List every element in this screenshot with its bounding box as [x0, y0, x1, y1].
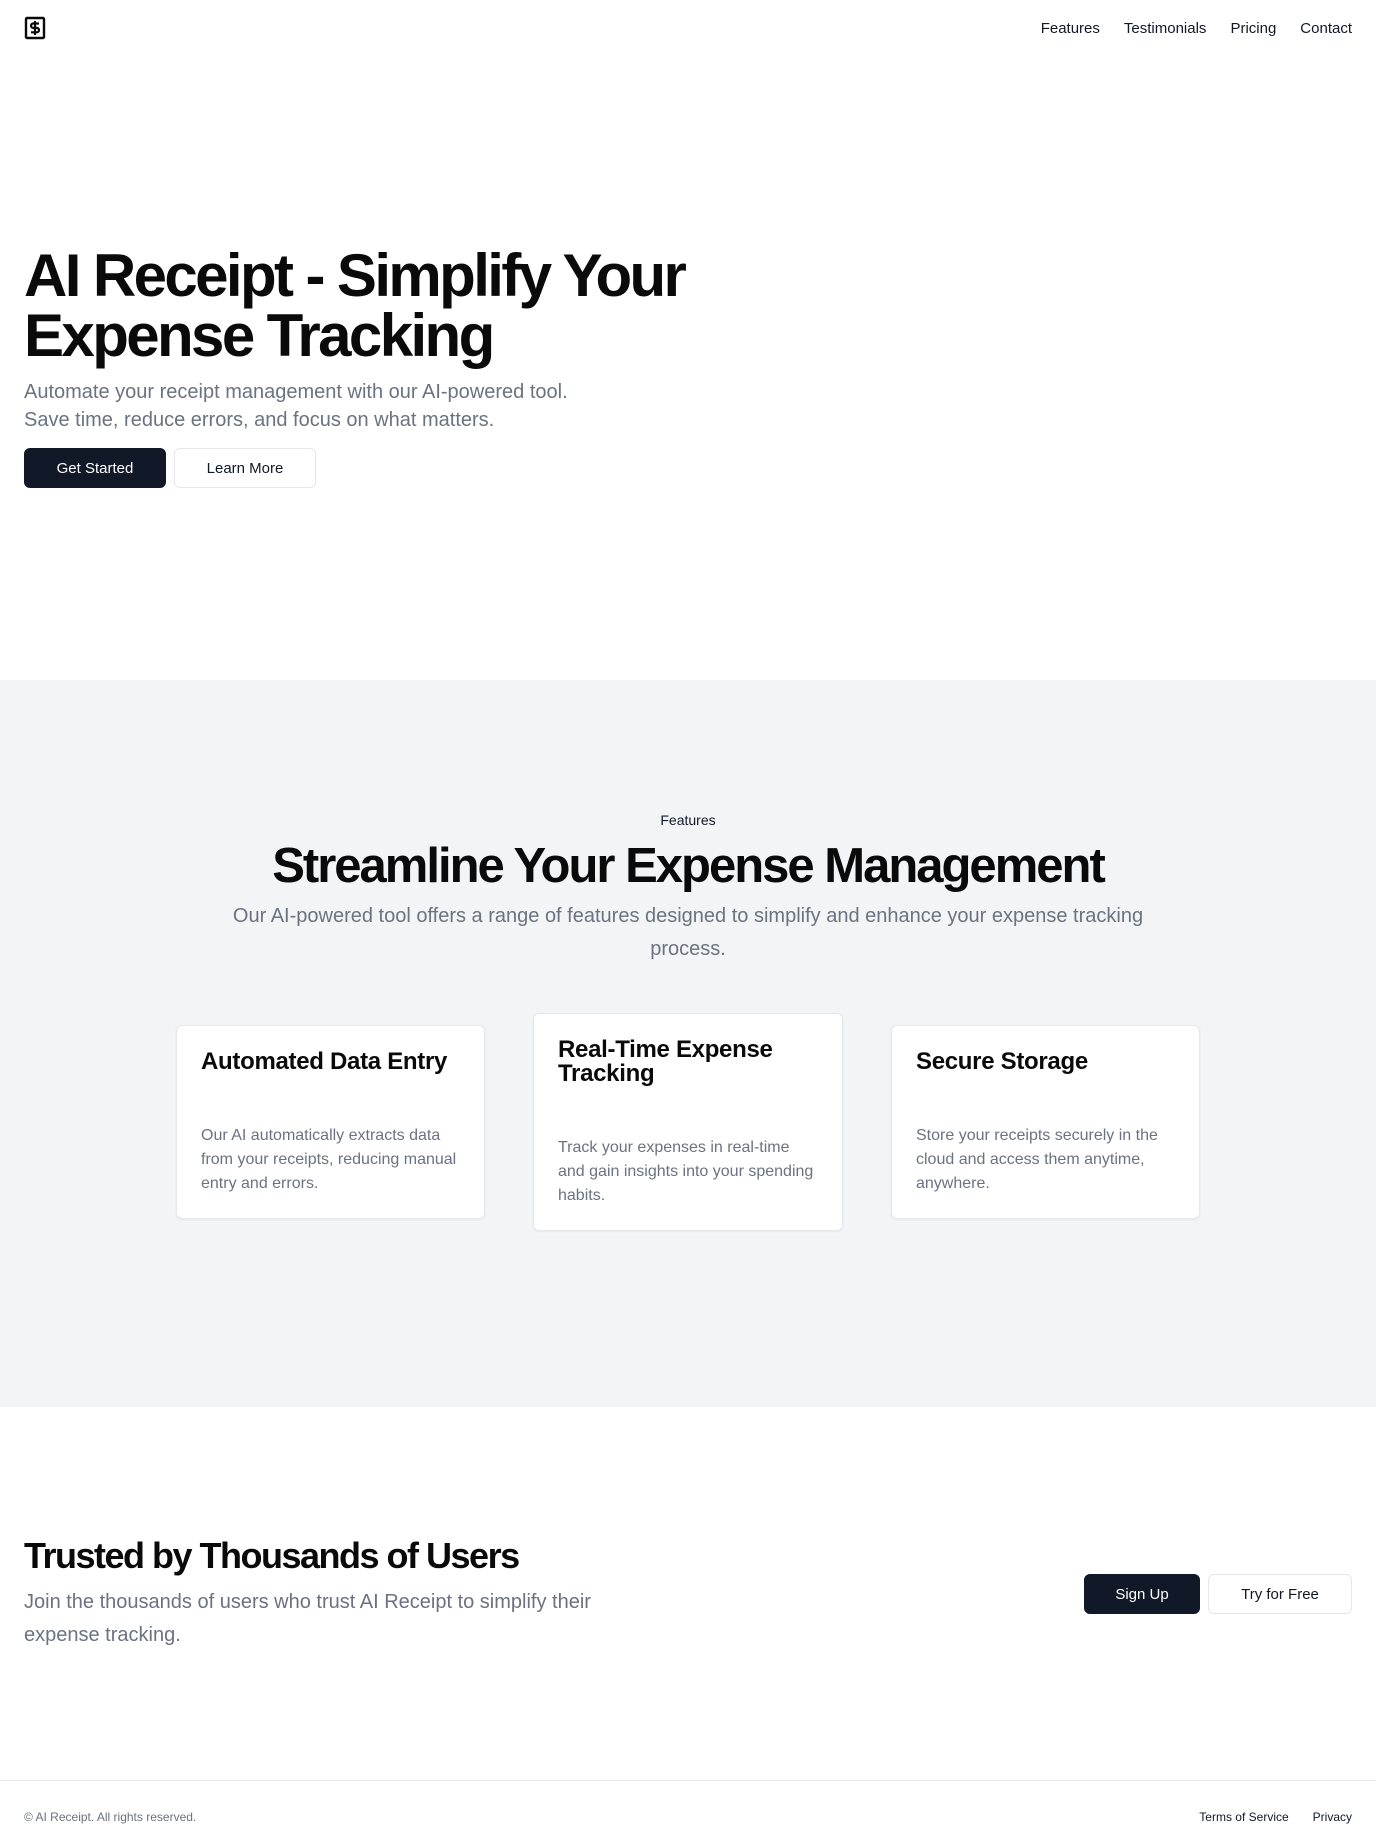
receipt-dollar-icon: [24, 16, 46, 40]
site-footer: © AI Receipt. All rights reserved. Terms…: [0, 1780, 1376, 1846]
nav-link-pricing[interactable]: Pricing: [1230, 20, 1276, 37]
features-title: Streamline Your Expense Management: [272, 839, 1106, 893]
nav-link-features[interactable]: Features: [1041, 20, 1100, 37]
features-subtitle: Our AI-powered tool offers a range of fe…: [232, 905, 1144, 960]
footer-links: Terms of Service Privacy: [1199, 1810, 1352, 1824]
learn-more-button[interactable]: Learn More: [174, 448, 316, 488]
features-eyebrow: Features: [660, 812, 716, 828]
trusted-button-row: Sign Up Try for Free: [1084, 1574, 1352, 1614]
hero-subtitle-line2: Save time, reduce errors, and focus on w…: [24, 409, 495, 431]
terms-of-service-link[interactable]: Terms of Service: [1199, 1810, 1288, 1824]
try-for-free-button[interactable]: Try for Free: [1208, 1574, 1352, 1614]
feature-card-title: Automated Data Entry: [201, 1048, 448, 1075]
site-header: Features Testimonials Pricing Contact: [0, 0, 1376, 56]
main-nav: Features Testimonials Pricing Contact: [1041, 20, 1352, 37]
feature-card-automated-data-entry: Automated Data Entry Our AI automaticall…: [176, 1025, 485, 1219]
feature-card-title: Real-Time Expense Tracking: [558, 1036, 773, 1087]
hero-title: AI Receipt - Simplify Your Expense Track…: [24, 246, 784, 366]
logo-link[interactable]: [24, 16, 46, 40]
trusted-section: Trusted by Thousands of Users Join the t…: [24, 1536, 624, 1652]
hero-subtitle-line1: Automate your receipt management with ou…: [24, 381, 568, 403]
features-section: Features Streamline Your Expense Managem…: [0, 680, 1376, 1407]
page: Features Testimonials Pricing Contact AI…: [0, 0, 1376, 1846]
feature-card-description: Our AI automatically extracts data from …: [201, 1127, 457, 1192]
copyright-text: © AI Receipt. All rights reserved.: [24, 1810, 197, 1824]
sign-up-button[interactable]: Sign Up: [1084, 1574, 1200, 1614]
hero-title-line2: Expense Tracking: [24, 302, 495, 369]
nav-link-contact[interactable]: Contact: [1300, 20, 1352, 37]
nav-link-testimonials[interactable]: Testimonials: [1124, 20, 1207, 37]
hero-section: AI Receipt - Simplify Your Expense Track…: [24, 246, 784, 488]
privacy-link[interactable]: Privacy: [1313, 1810, 1352, 1824]
feature-card-secure-storage: Secure Storage Store your receipts secur…: [891, 1025, 1200, 1219]
get-started-button[interactable]: Get Started: [24, 448, 166, 488]
feature-card-real-time-tracking: Real-Time Expense Tracking Track your ex…: [533, 1013, 843, 1231]
trusted-subtitle: Join the thousands of users who trust AI…: [24, 1591, 591, 1646]
feature-card-title: Secure Storage: [916, 1048, 1088, 1075]
hero-title-line1: AI Receipt - Simplify Your: [24, 242, 687, 309]
hero-button-row: Get Started Learn More: [24, 448, 784, 488]
feature-card-description: Track your expenses in real-time and gai…: [558, 1139, 814, 1204]
feature-card-description: Store your receipts securely in the clou…: [916, 1127, 1158, 1192]
trusted-title: Trusted by Thousands of Users: [24, 1535, 520, 1576]
hero-subtitle: Automate your receipt management with ou…: [24, 378, 644, 434]
